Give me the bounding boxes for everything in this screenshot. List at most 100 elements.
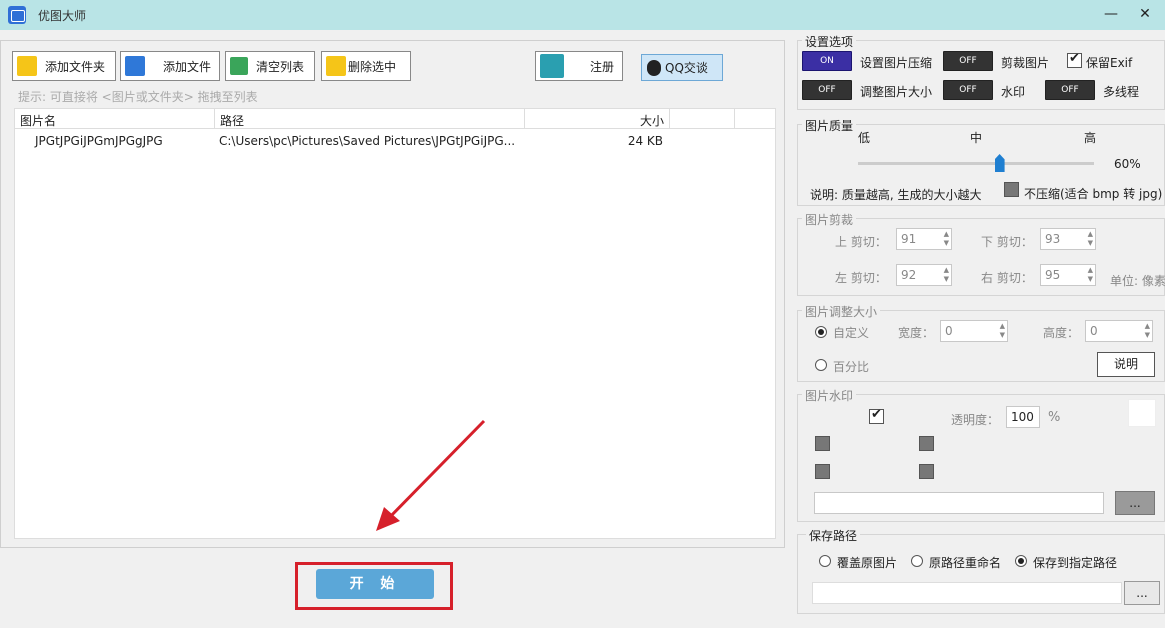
clear-list-label: 清空列表 <box>256 59 305 74</box>
folder-plus-icon <box>17 56 37 76</box>
resize-percent-radio[interactable] <box>815 359 827 371</box>
clear-list-button[interactable]: 清空列表 <box>225 51 315 81</box>
crop-toggle[interactable]: OFF <box>943 51 993 71</box>
column-header-size[interactable]: 大小 <box>525 109 670 129</box>
crop-unit-label: 单位: 像素 <box>1110 274 1165 288</box>
delete-selected-button[interactable]: 删除选中 <box>321 51 411 81</box>
watermark-browse-button[interactable]: ... <box>1115 491 1155 515</box>
compress-toggle[interactable]: ON <box>802 51 852 71</box>
file-name-cell: JPGtJPGiJPGmJPGgJPG <box>35 134 163 148</box>
watermark-color-swatch[interactable] <box>1128 399 1156 427</box>
watermark-top-right-checkbox[interactable] <box>919 436 934 451</box>
column-header-path[interactable]: 路径 <box>215 109 525 129</box>
add-folder-label: 添加文件夹 <box>45 59 106 74</box>
recycle-icon <box>230 57 248 75</box>
quality-mid-label: 中 <box>970 131 983 145</box>
annotation-arrow <box>376 419 486 531</box>
start-button[interactable]: 开 始 <box>316 569 434 599</box>
register-button[interactable]: 注册 <box>535 51 623 81</box>
resize-label: 调整图片大小 <box>860 85 933 99</box>
resize-percent-label: 百分比 <box>833 360 870 374</box>
crop-label: 剪裁图片 <box>1001 56 1050 70</box>
save-path-browse-button[interactable]: ... <box>1124 581 1160 605</box>
compress-label: 设置图片压缩 <box>860 56 933 70</box>
resize-toggle[interactable]: OFF <box>802 80 852 100</box>
check-icon: ✔ <box>1069 51 1080 66</box>
crop-right-input[interactable]: 95 <box>1040 264 1096 286</box>
table-row[interactable]: JPGtJPGiJPGmJPGgJPG C:\Users\pc\Pictures… <box>15 131 775 151</box>
column-header-empty <box>670 109 735 129</box>
no-compress-label: 不压缩(适合 bmp 转 jpg) <box>1024 187 1163 201</box>
drag-hint: 提示: 可直接将 <图片或文件夹> 拖拽至列表 <box>18 90 258 104</box>
overwrite-radio[interactable] <box>819 555 831 567</box>
resize-height-input[interactable]: 0 <box>1085 320 1153 342</box>
watermark-title: 图片水印 <box>802 387 857 404</box>
quality-high-label: 高 <box>1084 131 1097 145</box>
column-header-filler <box>735 109 775 129</box>
file-size-cell: 24 KB <box>627 134 663 148</box>
qq-chat-button[interactable]: QQ交谈 <box>641 54 723 81</box>
crop-left-input[interactable]: 92 <box>896 264 952 286</box>
rename-radio[interactable] <box>911 555 923 567</box>
resize-width-input[interactable]: 0 <box>940 320 1008 342</box>
arrow-shaft <box>384 419 486 523</box>
minimize-button[interactable]: — <box>1100 4 1122 24</box>
crop-right-label: 右 剪切： <box>981 271 1033 285</box>
multithread-label: 多线程 <box>1103 85 1140 99</box>
watermark-bottom-left-checkbox[interactable] <box>815 464 830 479</box>
qq-chat-label: QQ交谈 <box>665 61 708 75</box>
opacity-label: 透明度： <box>951 413 1000 427</box>
app-icon <box>8 6 26 24</box>
crop-bottom-input[interactable]: 93 <box>1040 228 1096 250</box>
column-header-name[interactable]: 图片名 <box>15 109 215 129</box>
resize-explain-button[interactable]: 说明 <box>1097 352 1155 377</box>
rename-label: 原路径重命名 <box>929 556 1002 570</box>
add-file-label: 添加文件 <box>163 59 212 74</box>
quality-slider-track[interactable] <box>858 162 1094 165</box>
watermark-toggle[interactable]: OFF <box>943 80 993 100</box>
delete-selected-label: 删除选中 <box>348 59 397 74</box>
quality-title: 图片质量 <box>802 117 857 134</box>
watermark-top-left-checkbox[interactable] <box>815 436 830 451</box>
crop-top-label: 上 剪切： <box>835 235 887 249</box>
save-path-title: 保存路径 <box>806 527 861 544</box>
crop-bottom-label: 下 剪切： <box>981 235 1033 249</box>
close-button[interactable]: ✕ <box>1134 4 1156 24</box>
quality-note: 说明: 质量越高, 生成的大小越大 <box>810 188 982 202</box>
keep-exif-checkbox[interactable]: ✔ <box>1067 51 1082 68</box>
check-icon: ✔ <box>871 407 882 422</box>
resize-custom-radio[interactable] <box>815 326 827 338</box>
crop-top-input[interactable]: 91 <box>896 228 952 250</box>
no-compress-checkbox[interactable] <box>1004 182 1019 197</box>
resize-custom-label: 自定义 <box>833 326 870 340</box>
quality-value: 60% <box>1114 157 1141 171</box>
title-bar <box>0 0 1165 30</box>
watermark-path-input[interactable] <box>814 492 1104 514</box>
overwrite-label: 覆盖原图片 <box>837 556 898 570</box>
save-path-input[interactable] <box>812 582 1122 604</box>
save-to-path-radio[interactable] <box>1015 555 1027 567</box>
register-label: 注册 <box>590 59 615 74</box>
qq-penguin-icon <box>647 59 661 76</box>
crop-title: 图片剪裁 <box>802 211 857 228</box>
resize-height-label: 高度： <box>1043 326 1080 340</box>
multithread-toggle[interactable]: OFF <box>1045 80 1095 100</box>
quality-low-label: 低 <box>858 131 871 145</box>
window-title: 优图大师 <box>38 9 87 23</box>
opacity-input[interactable]: 100 <box>1006 406 1040 428</box>
opacity-unit: % <box>1048 410 1061 425</box>
settings-title: 设置选项 <box>802 33 857 50</box>
add-file-button[interactable]: 添加文件 <box>120 51 220 81</box>
watermark-bottom-right-checkbox[interactable] <box>919 464 934 479</box>
crop-left-label: 左 剪切： <box>835 271 887 285</box>
file-path-cell: C:\Users\pc\Pictures\Saved Pictures\JPGt… <box>219 134 516 148</box>
keep-exif-label: 保留Exif <box>1086 56 1133 70</box>
resize-title: 图片调整大小 <box>802 303 881 320</box>
watermark-text-checkbox[interactable]: ✔ <box>869 407 884 424</box>
watermark-label: 水印 <box>1001 85 1026 99</box>
key-icon <box>540 54 564 78</box>
save-to-path-label: 保存到指定路径 <box>1033 556 1118 570</box>
file-plus-icon <box>125 56 145 76</box>
add-folder-button[interactable]: 添加文件夹 <box>12 51 116 81</box>
folder-delete-icon <box>326 56 346 76</box>
